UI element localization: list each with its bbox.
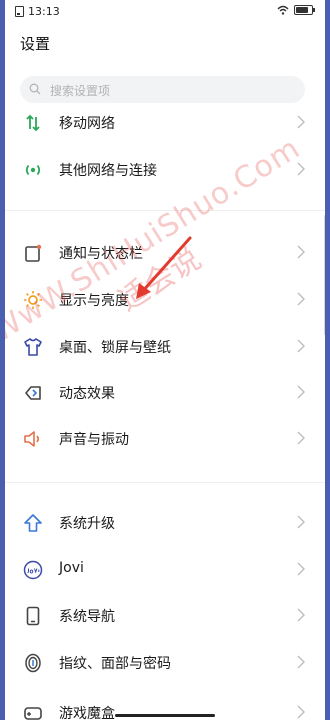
settings-item-label: 显示与亮度 [59,293,129,309]
settings-item-label: 其他网络与连接 [59,163,157,179]
chevron-right-icon [297,655,305,669]
settings-item-label: 桌面、锁屏与壁纸 [59,340,171,356]
settings-item-label: 指纹、面部与密码 [59,656,171,672]
search-icon [29,83,41,95]
section-divider [5,210,325,211]
settings-item-label: Jovi [59,560,84,576]
settings-item-wallpaper[interactable]: 桌面、锁屏与壁纸 [5,324,325,370]
system-navigation-icon [26,606,40,626]
sim-card-icon [15,6,24,17]
settings-item-label: 声音与振动 [59,432,129,448]
status-left: 13:13 [15,5,60,18]
battery-icon [294,5,315,15]
settings-item-system-navigation[interactable]: 系统导航 [5,593,325,639]
settings-item-label: 系统升级 [59,516,115,532]
settings-item-other-network[interactable]: 其他网络与连接 [5,147,325,193]
system-upgrade-icon [24,514,42,532]
settings-item-notification[interactable]: 通知与状态栏 [5,230,325,276]
home-indicator[interactable] [115,714,215,717]
chevron-right-icon [297,292,305,306]
chevron-right-icon [297,339,305,353]
game-box-icon [24,707,42,720]
wifi-icon [277,5,289,15]
chevron-right-icon [297,562,305,576]
search-placeholder: 搜索设置项 [50,84,111,98]
section-divider [5,482,325,483]
scrollbar[interactable] [324,215,325,335]
chevron-right-icon [297,245,305,259]
settings-item-label: 游戏魔盒 [59,706,115,720]
sound-icon [24,431,40,447]
other-network-icon [25,164,41,176]
status-right [277,5,315,15]
settings-item-jovi[interactable]: Jovi [5,547,325,593]
settings-screen: 13:13 设置 搜索设置项 移动网络 其他网络与连接 通知与状态栏 显示与亮度… [5,0,325,720]
settings-item-dynamic-effect[interactable]: 动态效果 [5,370,325,416]
settings-item-mobile-network[interactable]: 移动网络 [5,100,325,146]
settings-item-label: 移动网络 [59,116,115,132]
chevron-right-icon [297,385,305,399]
settings-item-label: 系统导航 [59,609,115,625]
settings-item-sound[interactable]: 声音与振动 [5,416,325,462]
mobile-network-icon [26,114,40,132]
settings-item-brightness[interactable]: 显示与亮度 [5,277,325,323]
chevron-right-icon [297,115,305,129]
notification-icon [25,244,42,262]
dynamic-effect-icon [25,386,41,400]
wallpaper-icon [24,338,42,356]
status-time: 13:13 [28,5,60,18]
fingerprint-icon [25,653,41,673]
settings-item-label: 动态效果 [59,386,115,402]
chevron-right-icon [297,515,305,529]
chevron-right-icon [297,162,305,176]
page-title: 设置 [20,35,51,53]
chevron-right-icon [297,705,305,719]
status-bar: 13:13 [5,0,325,24]
settings-item-system-upgrade[interactable]: 系统升级 [5,500,325,546]
chevron-right-icon [297,608,305,622]
settings-item-fingerprint[interactable]: 指纹、面部与密码 [5,640,325,686]
brightness-icon [24,291,42,309]
chevron-right-icon [297,431,305,445]
jovi-icon [23,560,43,580]
settings-item-label: 通知与状态栏 [59,246,143,262]
search-input[interactable]: 搜索设置项 [20,76,305,103]
